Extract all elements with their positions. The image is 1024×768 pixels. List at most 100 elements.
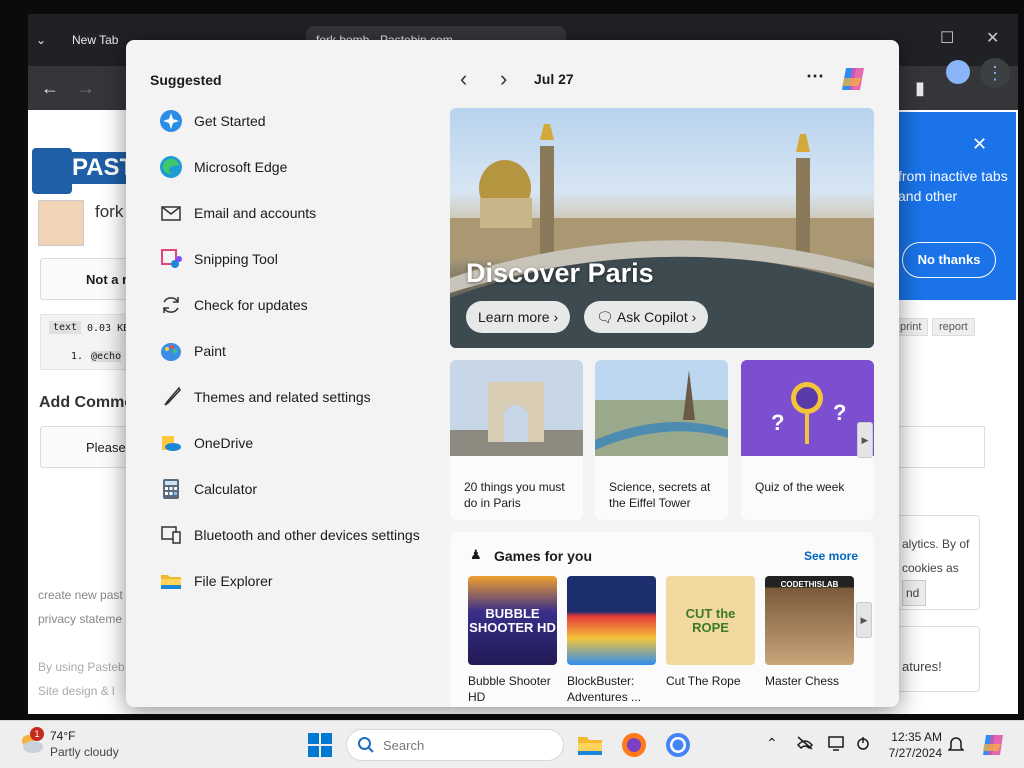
suggested-themes-settings[interactable]: Themes and related settings [150,378,430,416]
clock-date: 7/27/2024 [888,746,942,760]
hero-card[interactable]: Discover Paris Learn more › 🗨 Ask Copilo… [450,108,874,348]
suggested-bluetooth-settings[interactable]: Bluetooth and other devices settings [150,516,450,554]
tab-suggestion-popup: ✕ from inactive tabs and other No thanks [880,112,1016,300]
suggested-label: Themes and related settings [194,389,371,405]
footer-using: By using Pasteb [38,660,125,674]
paint-icon [158,338,184,364]
side-panel-icon[interactable]: ▮ [908,76,932,100]
games-title: Games for you [494,548,593,564]
suggested-onedrive[interactable]: OneDrive [150,424,430,462]
onedrive-icon [158,430,184,456]
hero-title: Discover Paris [466,258,654,288]
game-name: Bubble Shooter HD [468,674,551,704]
power-settings-icon[interactable] [854,735,872,754]
notification-bell-icon[interactable] [947,735,965,756]
card-title: 20 things you must do in Paris [464,480,565,510]
previous-arrow-icon[interactable]: ‹ [460,66,467,92]
game-name: Master Chess [765,674,840,688]
chevron-right-icon: › [553,309,559,325]
ask-copilot-button[interactable]: 🗨 Ask Copilot › [584,301,709,333]
suggested-calculator[interactable]: Calculator [150,470,430,508]
copilot-taskbar-icon[interactable] [980,732,1008,760]
copilot-icon[interactable] [838,64,868,94]
suggested-label: Get Started [194,113,266,129]
back-arrow-icon[interactable]: ← [38,76,62,100]
suggested-label: Email and accounts [194,205,317,221]
game-name: Cut The Rope [666,674,741,688]
learn-more-label: Learn more [478,309,550,325]
svg-text:?: ? [771,410,784,435]
suggested-heading: Suggested [150,72,222,88]
code-line-number: 1. [71,351,84,362]
game-tile[interactable]: CODETHISLAB Master Chess [765,576,854,689]
cards-scroll-right-icon[interactable]: ▶ [857,422,873,458]
chat-bubble-icon: 🗨 [596,309,614,325]
taskbar-search-input[interactable]: Search [346,729,564,761]
code-line: @echo [91,351,122,362]
suggested-snipping-tool[interactable]: Snipping Tool [150,240,430,278]
login-notice-text: Please, [86,440,130,455]
close-window-icon[interactable]: ✕ [986,28,999,48]
report-button[interactable]: report [932,318,975,336]
chevron-up-icon[interactable]: ⌃ [766,735,778,752]
code-size: 0.03 KB [87,323,130,334]
suggested-label: Bluetooth and other devices settings [194,527,420,543]
suggested-email-accounts[interactable]: Email and accounts [150,194,430,232]
chrome-icon[interactable] [664,731,692,759]
more-options-icon[interactable]: ⋯ [806,66,824,87]
windows-start-icon[interactable] [308,733,332,757]
suggested-check-updates[interactable]: Check for updates [150,286,430,324]
game-tile[interactable]: BlockBuster: Adventures ... [567,576,656,705]
game-tile[interactable]: CUT the ROPE Cut The Rope [666,576,755,689]
feed-card-eiffel[interactable]: Science, secrets at the Eiffel Tower [595,360,728,520]
weather-condition[interactable]: Partly cloudy [50,745,119,759]
weather-temperature[interactable]: 74°F [50,729,75,743]
file-explorer-icon[interactable] [576,731,604,759]
suggested-get-started[interactable]: Get Started [150,102,430,140]
maximize-icon[interactable]: ☐ [940,28,954,48]
browser-menu-icon[interactable]: ⋮ [980,58,1010,88]
edge-icon [158,154,184,180]
features-notice: atures! [895,626,980,692]
pastebin-logo-icon[interactable] [32,148,72,194]
profile-avatar-icon[interactable] [946,60,970,84]
display-icon[interactable] [828,735,846,754]
suggested-file-explorer[interactable]: File Explorer [150,562,430,600]
clock[interactable]: 12:35 AM 7/27/2024 [886,729,942,761]
card-title: Science, secrets at the Eiffel Tower [609,480,711,510]
popup-close-icon[interactable]: ✕ [972,134,987,155]
game-tile[interactable]: BUBBLE SHOOTER HD Bubble Shooter HD [468,576,557,705]
game-name: BlockBuster: Adventures ... [567,674,642,704]
clock-time: 12:35 AM [891,730,942,744]
games-scroll-right-icon[interactable]: ▶ [856,602,872,638]
network-disconnected-icon[interactable] [796,735,814,754]
user-avatar [38,200,84,246]
no-thanks-button[interactable]: No thanks [902,242,996,278]
weather-badge: 1 [30,727,44,741]
next-arrow-icon[interactable]: › [500,66,507,92]
footer-privacy-link[interactable]: privacy stateme [38,612,122,626]
suggested-label: Check for updates [194,297,308,313]
suggested-paint[interactable]: Paint [150,332,430,370]
bluetooth-devices-icon [158,522,184,548]
bubble-shooter-art: BUBBLE SHOOTER HD [468,576,557,665]
cut-the-rope-art: CUT the ROPE [666,576,755,665]
footer-design: Site design & l [38,684,115,698]
suggested-microsoft-edge[interactable]: Microsoft Edge [150,148,430,186]
file-explorer-icon [158,568,184,594]
forward-arrow-icon[interactable]: → [74,76,98,100]
feed-date: Jul 27 [534,71,574,87]
card-title: Quiz of the week [755,480,845,494]
svg-text:?: ? [833,400,846,425]
feed-card-paris[interactable]: 20 things you must do in Paris [450,360,583,520]
firefox-icon[interactable] [620,731,648,759]
ask-copilot-label: Ask Copilot [616,309,688,325]
see-more-link[interactable]: See more [804,549,858,563]
cookie-accept-button[interactable]: nd [902,580,926,606]
tab-new-tab-label: New Tab [72,33,119,47]
learn-more-button[interactable]: Learn more › [466,301,571,333]
tab-search-button[interactable]: ⌄ [36,26,56,54]
footer-create-link[interactable]: create new past [38,588,123,602]
quiz-image: ? ? [741,360,874,456]
feed-card-quiz[interactable]: ? ? Quiz of the week [741,360,874,520]
